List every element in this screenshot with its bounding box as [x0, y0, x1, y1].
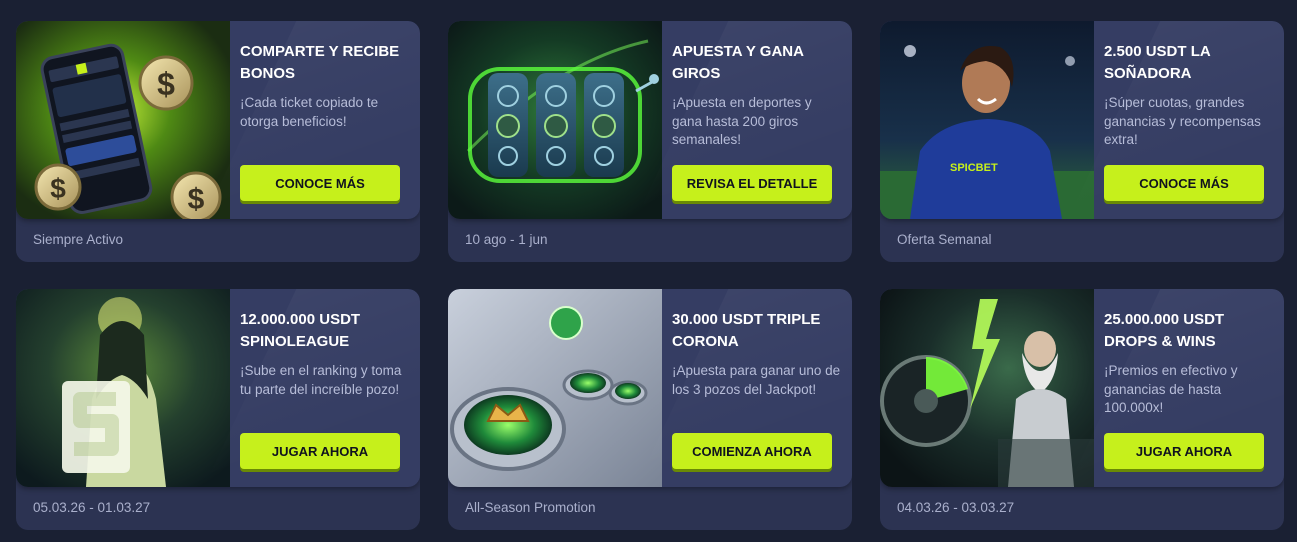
coin-icon: $	[138, 55, 194, 111]
promo-period: All-Season Promotion	[465, 500, 596, 515]
promo-period: 04.03.26 - 03.03.27	[897, 500, 1015, 515]
sponsor-logo: SPICBET	[950, 162, 998, 174]
promo-title: APUESTA Y GANA GIROS	[672, 43, 804, 82]
promo-card-spinoleague[interactable]: 12.000.000 USDT SPINOLEAGUE ¡Sube en el …	[16, 289, 420, 530]
promo-card-drops-wins[interactable]: 25.000.000 USDT DROPS & WINS ¡Premios en…	[880, 289, 1284, 530]
promo-content: 30.000 USDT TRIPLE CORONA ¡Apuesta para …	[672, 309, 844, 399]
promotions-grid: $ $ $ COMPARTE Y RECIBE BONOS ¡Cada tick…	[16, 21, 1284, 530]
revisa-el-detalle-button[interactable]: REVISA EL DETALLE	[672, 165, 832, 201]
promo-card-banner: SPICBET 2.500 USDT LA SOÑADORA ¡Súper cu…	[880, 21, 1284, 219]
promo-card-triple-corona[interactable]: 30.000 USDT TRIPLE CORONA ¡Apuesta para …	[448, 289, 852, 530]
promo-title: 2.500 USDT LA SOÑADORA	[1104, 43, 1211, 82]
promo-description: ¡Apuesta en deportes y gana hasta 200 gi…	[672, 95, 812, 147]
promo-card-banner: 12.000.000 USDT SPINOLEAGUE ¡Sube en el …	[16, 289, 420, 487]
promo-content: 12.000.000 USDT SPINOLEAGUE ¡Sube en el …	[240, 309, 412, 399]
jugar-ahora-button[interactable]: JUGAR AHORA	[240, 433, 400, 469]
promo-description: ¡Apuesta para ganar uno de los 3 pozos d…	[672, 363, 841, 397]
promo-card-banner: 25.000.000 USDT DROPS & WINS ¡Premios en…	[880, 289, 1284, 487]
svg-text:$: $	[188, 183, 205, 216]
promo-period: Siempre Activo	[33, 232, 124, 247]
conoce-mas-button[interactable]: CONOCE MÁS	[1104, 165, 1264, 201]
comienza-ahora-button[interactable]: COMIENZA AHORA	[672, 433, 832, 469]
svg-text:$: $	[50, 173, 66, 204]
promo-card-share-bonus[interactable]: $ $ $ COMPARTE Y RECIBE BONOS ¡Cada tick…	[16, 21, 420, 262]
promo-description: ¡Premios en efectivo y ganancias de hast…	[1104, 363, 1238, 415]
promo-period: Oferta Semanal	[897, 232, 992, 247]
jugar-ahora-button[interactable]: JUGAR AHORA	[1104, 433, 1264, 469]
promo-period: 10 ago - 1 jun	[465, 232, 548, 247]
svg-text:$: $	[157, 66, 175, 102]
goddess-illustration	[16, 289, 230, 487]
promo-card-banner: APUESTA Y GANA GIROS ¡Apuesta en deporte…	[448, 21, 852, 219]
promo-period: 05.03.26 - 01.03.27	[33, 500, 151, 515]
promo-description: ¡Súper cuotas, grandes ganancias y recom…	[1104, 95, 1261, 147]
promo-card-bet-spins[interactable]: APUESTA Y GANA GIROS ¡Apuesta en deporte…	[448, 21, 852, 262]
promo-content: 2.500 USDT LA SOÑADORA ¡Súper cuotas, gr…	[1104, 41, 1276, 150]
promo-card-banner: $ $ $ COMPARTE Y RECIBE BONOS ¡Cada tick…	[16, 21, 420, 219]
promo-title: COMPARTE Y RECIBE BONOS	[240, 43, 400, 82]
crown-portals-illustration	[448, 289, 662, 487]
promo-description: ¡Sube en el ranking y toma tu parte del …	[240, 363, 402, 397]
promo-content: COMPARTE Y RECIBE BONOS ¡Cada ticket cop…	[240, 41, 412, 131]
promo-content: APUESTA Y GANA GIROS ¡Apuesta en deporte…	[672, 41, 844, 150]
promo-title: 12.000.000 USDT SPINOLEAGUE	[240, 311, 361, 350]
soccer-player-illustration: SPICBET	[880, 21, 1094, 219]
phone-coins-illustration: $ $ $	[16, 21, 230, 219]
promo-card-la-sonadora[interactable]: SPICBET 2.500 USDT LA SOÑADORA ¡Súper cu…	[880, 21, 1284, 262]
promo-title: 30.000 USDT TRIPLE CORONA	[672, 311, 821, 350]
zeus-illustration	[880, 289, 1094, 487]
promo-content: 25.000.000 USDT DROPS & WINS ¡Premios en…	[1104, 309, 1276, 418]
promo-title: 25.000.000 USDT DROPS & WINS	[1104, 311, 1225, 350]
promo-card-banner: 30.000 USDT TRIPLE CORONA ¡Apuesta para …	[448, 289, 852, 487]
promo-description: ¡Cada ticket copiado te otorga beneficio…	[240, 95, 379, 129]
conoce-mas-button[interactable]: CONOCE MÁS	[240, 165, 400, 201]
slot-reels-illustration	[448, 21, 662, 219]
